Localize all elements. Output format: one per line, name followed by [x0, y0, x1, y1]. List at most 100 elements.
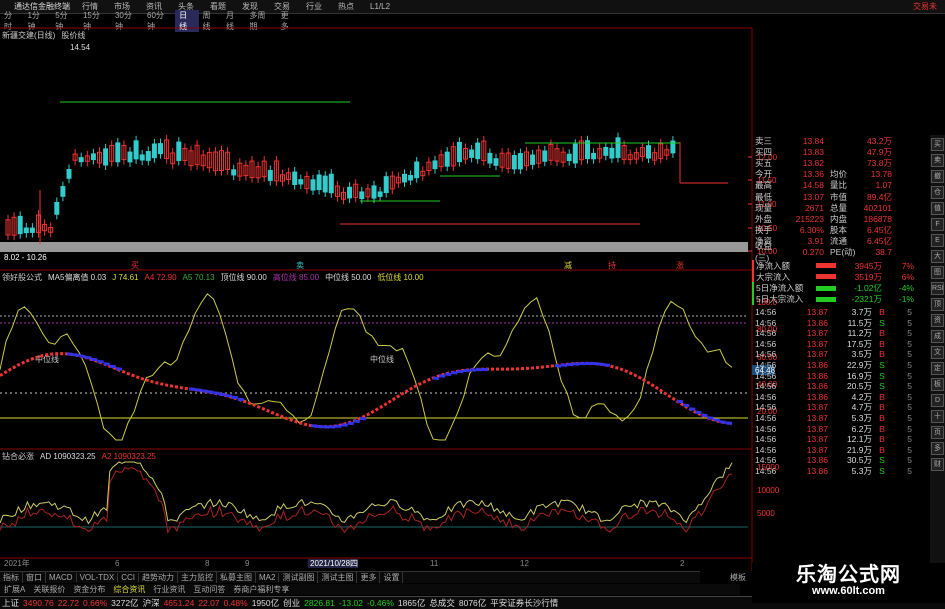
tick-price: 13.87 [806, 349, 828, 360]
status-item-6: 4651.24 [163, 598, 195, 608]
side-icon-18[interactable]: 页 [931, 426, 944, 439]
extension-tab-2[interactable]: 资金分布 [69, 584, 109, 595]
side-icon-4[interactable]: 值 [931, 202, 944, 215]
quote-row: 卖三 13.84 43.2万 [752, 135, 945, 146]
candle-body [603, 146, 609, 156]
indicator-tab-9[interactable]: 测试副图 [279, 572, 319, 583]
candle-body [78, 157, 84, 163]
quote-key: 买四 [755, 146, 773, 157]
quote-value: 215223 [795, 213, 824, 224]
date-axis-label: 2 [680, 559, 685, 568]
tick-count: 5 [907, 434, 912, 445]
flow-row: 大宗流入 3519万 6% [752, 271, 945, 283]
indicator-tab-3[interactable]: VOL-TDX [77, 573, 119, 582]
status-item-1: 3490.76 [23, 598, 54, 608]
side-icon-2[interactable]: 撤 [931, 170, 944, 183]
status-item-14: 1865亿 [397, 598, 426, 608]
side-icon-13[interactable]: 文 [931, 346, 944, 359]
quote-key2: 流通 [830, 236, 848, 247]
flow-value: -1.02亿 [854, 283, 882, 294]
candle-body [444, 151, 450, 167]
side-icon-17[interactable]: 十 [931, 410, 944, 423]
scroll-strip[interactable] [0, 242, 748, 252]
flow-label: 大宗流入 [756, 271, 791, 282]
side-icon-16[interactable]: D [931, 394, 944, 407]
flow-pct: -1% [898, 294, 914, 305]
indicator-tab-6[interactable]: 主力监控 [178, 572, 218, 583]
indicator-tab-4[interactable]: CCI [118, 573, 140, 582]
candle-body [517, 153, 523, 170]
indicator-tab-7[interactable]: 私募主图 [217, 572, 257, 583]
side-icon-19[interactable]: 多 [931, 442, 944, 455]
status-item-13: -0.46% [366, 598, 394, 608]
signal-marker: 减 [564, 260, 572, 270]
side-icon-9[interactable]: RSI [931, 282, 944, 295]
candle-body [383, 176, 389, 194]
candle-body [414, 161, 420, 179]
candle-body [371, 185, 377, 199]
indicator-tab-12[interactable]: 设置 [380, 572, 404, 583]
signal-marker: 卖 [296, 261, 304, 270]
extension-tab-4[interactable]: 行业资讯 [149, 584, 189, 595]
indicator-tab-2[interactable]: MACD [46, 573, 77, 582]
extension-tab-5[interactable]: 互动问答 [189, 584, 229, 595]
tick-price: 13.86 [806, 391, 828, 402]
extension-tab-3[interactable]: 综合资讯 [109, 584, 149, 595]
tick-side: S [879, 360, 885, 371]
indicator-tab-8[interactable]: MA2 [256, 573, 280, 582]
flow-row: 5日净流入额 -1.02亿 -4% [752, 282, 945, 294]
osc-legend-5: 高位线 85.00 [272, 273, 320, 282]
signal-marker: 涨 [676, 260, 684, 270]
side-icon-5[interactable]: F [931, 218, 944, 231]
flow-bar [816, 274, 836, 280]
side-icon-8[interactable]: 图 [931, 266, 944, 279]
side-icon-10[interactable]: 顶 [931, 298, 944, 311]
candle-body [54, 201, 60, 215]
tick-price: 13.87 [806, 434, 828, 445]
side-icon-1[interactable]: 卖 [931, 154, 944, 167]
candle-body [487, 152, 493, 164]
status-item-15: 总成交 [429, 598, 455, 608]
extension-tab-1[interactable]: 关联报价 [29, 584, 69, 595]
quote-value: 13.07 [802, 191, 824, 202]
indicator-tabs: 指标 窗口 MACD VOL-TDX CCI 趋势动力 主力监控 私募主图 MA2 测试副图 测试主… [0, 571, 700, 583]
quote-value2: 73.8万 [866, 157, 892, 168]
status-item-0: 上证 [2, 598, 20, 608]
side-icon-20[interactable]: 财 [931, 458, 944, 471]
side-icon-12[interactable]: 成 [931, 330, 944, 343]
side-icon-6[interactable]: E [931, 234, 944, 247]
flow-row: 5日大宗流入 -2321万 -1% [752, 293, 945, 305]
status-item-9: 1950亿 [251, 598, 280, 608]
extension-tab-6[interactable]: 券商户福利专享 [229, 584, 293, 595]
indicator-tab-1[interactable]: 窗口 [23, 572, 46, 583]
side-icon-11[interactable]: 资 [931, 314, 944, 327]
quote-key2: 量比 [830, 180, 848, 191]
indicator-tab-5[interactable]: 趋势动力 [139, 572, 179, 583]
status-item-16: 8076亿 [458, 598, 487, 608]
quote-value2: 6.45亿 [866, 236, 892, 247]
side-icon-3[interactable]: 仓 [931, 186, 944, 199]
side-icon-15[interactable]: 板 [931, 378, 944, 391]
candle-body [469, 149, 475, 158]
template-tab[interactable]: 模板 [730, 572, 746, 583]
watermark-title: 乐淘公式网 [796, 562, 901, 586]
osc-legend-0: MA5偏离值 0.03 [48, 273, 107, 282]
tick-side: S [879, 370, 885, 381]
quote-value2: 1.07 [875, 180, 892, 191]
tick-count: 5 [907, 455, 912, 466]
extension-tab-0[interactable]: 扩展A [0, 584, 29, 595]
quote-key: 换手 [755, 225, 773, 236]
candle-body [23, 227, 29, 234]
tick-time: 14:56 [755, 370, 777, 381]
side-icon-0[interactable]: 买 [931, 138, 944, 151]
side-icon-14[interactable]: 定 [931, 362, 944, 375]
candle-body [151, 143, 157, 159]
quote-value: 13.36 [802, 169, 824, 180]
indicator-tab-11[interactable]: 更多 [357, 572, 381, 583]
osc-legend-6: 中位线 50.00 [325, 273, 372, 282]
indicator-tab-10[interactable]: 测试主图 [318, 572, 358, 583]
side-icon-7[interactable]: 大 [931, 250, 944, 263]
indicator-tab-0[interactable]: 指标 [0, 572, 23, 583]
date-axis-label: 8 [205, 559, 210, 568]
candle-body [17, 215, 23, 235]
